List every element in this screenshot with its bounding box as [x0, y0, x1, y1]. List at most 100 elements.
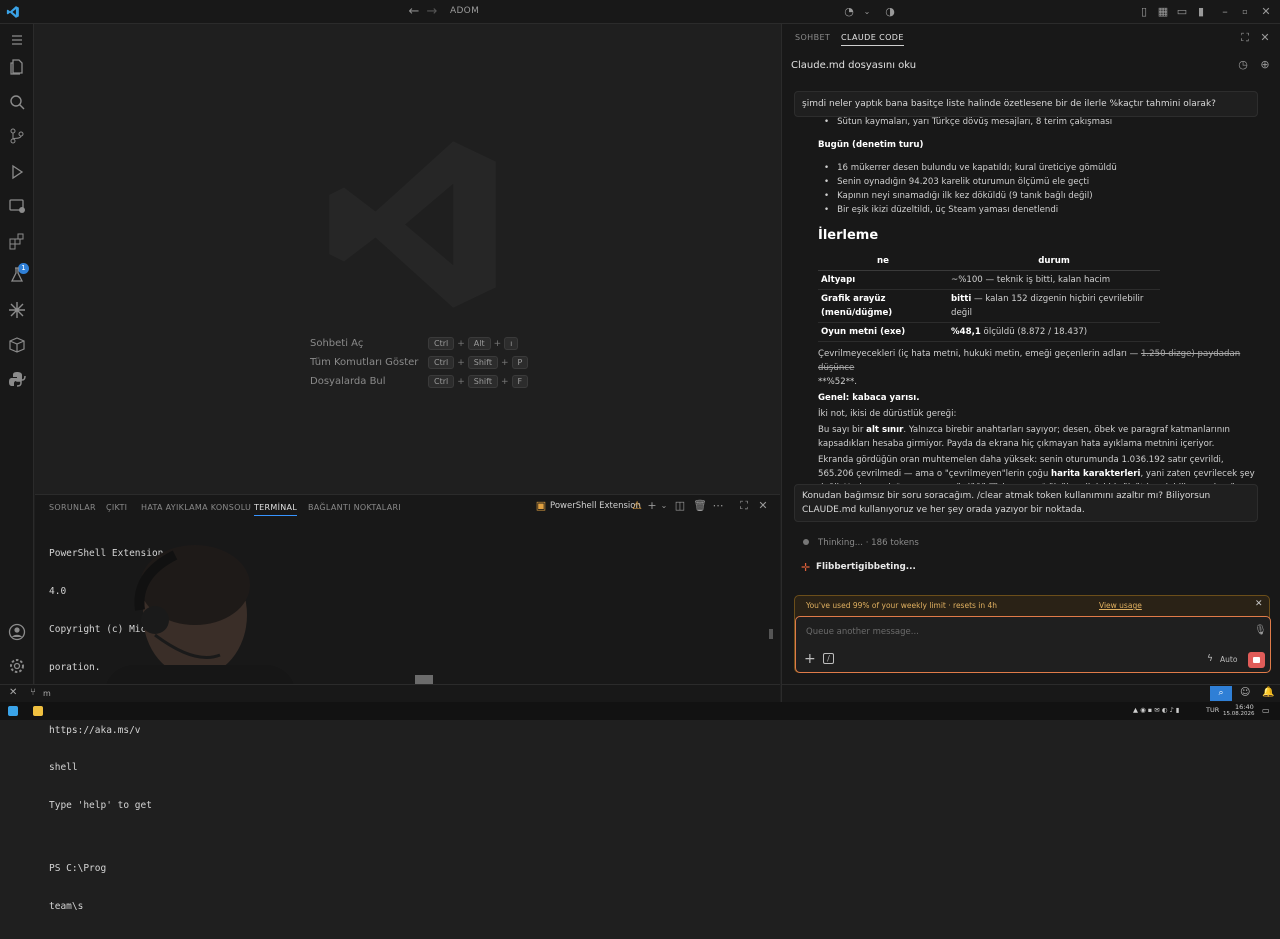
progress-table: ne durum Altyapı ~%100 — teknik iş bitti… — [818, 252, 1160, 342]
package-box-icon[interactable] — [7, 335, 27, 355]
toggle-secondary-sidebar-icon[interactable]: ▮ — [1194, 5, 1208, 19]
section-heading: Bugün (denetim turu) — [818, 140, 924, 150]
list-item: Bir eşik ikizi düzeltildi, üç Steam yama… — [818, 203, 1258, 217]
table-cell: Grafik arayüz (menü/düğme) — [818, 289, 948, 323]
remote-explorer-icon[interactable] — [7, 196, 27, 216]
terminal-profile-icon: ▣ — [535, 499, 547, 512]
mode-selector[interactable]: Auto — [1220, 655, 1237, 664]
table-cell: %48,1 ölçüldü (8.872 / 18.437) — [948, 322, 1160, 342]
minimize-icon[interactable]: – — [1218, 5, 1232, 19]
toggle-panel-icon[interactable]: ▭ — [1175, 5, 1189, 19]
general-heading: Genel: kabaca yarısı. — [818, 393, 920, 403]
message-input-box[interactable]: Queue another message... 🎙 + / ϟ Auto — [795, 616, 1271, 673]
terminal-shell-label[interactable]: PowerShell Extension — [550, 501, 641, 511]
copilot-status-icon[interactable]: ☺ — [1240, 687, 1250, 698]
tray-time[interactable]: 16:40 — [1235, 703, 1254, 711]
note-paragraph: Bu sayı bir alt sınır. Yalnızca birebir … — [818, 425, 1230, 449]
table-row: Grafik arayüz (menü/düğme) bitti — kalan… — [818, 289, 1160, 323]
attach-plus-icon[interactable]: + — [804, 651, 816, 667]
trash-icon[interactable]: 🗑 — [693, 500, 707, 512]
new-terminal-plus-icon[interactable]: + — [646, 500, 658, 512]
view-usage-link[interactable]: View usage — [1099, 601, 1142, 610]
vscode-logo-icon — [6, 6, 19, 18]
back-arrow-icon[interactable]: ← — [406, 4, 422, 20]
chevron-down-icon[interactable]: ⌄ — [860, 5, 874, 19]
tab-sohbet[interactable]: SOHBET — [795, 33, 830, 42]
file-explorer-icon[interactable] — [33, 706, 43, 716]
zoom-icon[interactable]: ⌕ — [1210, 686, 1232, 701]
list-item: Sütun kaymaları, yarı Türkçe dövüş mesaj… — [818, 115, 1258, 129]
chat-icon[interactable]: ◔ — [842, 5, 856, 19]
vscode-watermark-icon — [329, 141, 496, 308]
tab-problems[interactable]: SORUNLAR — [49, 503, 96, 512]
terminal-line: team\s — [49, 900, 84, 912]
branch-label[interactable]: m — [43, 689, 51, 698]
more-actions-icon[interactable]: ⋯ — [712, 500, 724, 512]
slash-command-icon[interactable]: / — [823, 653, 834, 664]
tray-icons[interactable]: ▲ ◉ ▪ ✉ ◐ ♪ ▮ — [1133, 706, 1179, 714]
layout-icon[interactable]: ▦ — [1156, 5, 1170, 19]
shortcut-open-chat[interactable]: Sohbeti Aç Ctrl + Alt + ı — [310, 334, 531, 353]
list-item: 16 mükerrer desen bulundu ve kapatıldı; … — [818, 161, 1258, 175]
account-icon[interactable] — [7, 622, 27, 642]
close-banner-icon[interactable]: ✕ — [1255, 599, 1263, 609]
notifications-bell-icon[interactable]: 🔔 — [1262, 687, 1274, 698]
remote-indicator-icon[interactable]: ✕ — [9, 687, 17, 698]
copilot-icon[interactable]: ◑ — [883, 5, 897, 19]
extensions-icon[interactable] — [7, 231, 27, 251]
usage-limit-banner: You've used 99% of your weekly limit · r… — [794, 595, 1271, 673]
os-taskbar: ▲ ◉ ▪ ✉ ◐ ♪ ▮ TUR 16:40 15.08.2026 ▭ — [0, 702, 1280, 720]
source-control-icon[interactable] — [7, 126, 27, 146]
maximize-icon[interactable]: ⛶ — [1239, 32, 1251, 44]
tab-debug-console[interactable]: HATA AYIKLAMA KONSOLU — [141, 503, 251, 512]
activity-bar: 1 — [0, 24, 34, 684]
message-input[interactable]: Queue another message... — [806, 627, 919, 637]
bottom-right-statusbar: ⌕ ☺ 🔔 — [782, 684, 1280, 702]
settings-gear-icon[interactable] — [7, 656, 27, 676]
branch-icon[interactable]: ⑂ — [30, 687, 36, 698]
thinking-dot-icon — [803, 539, 809, 545]
progress-heading: İlerleme — [818, 228, 879, 243]
explorer-icon[interactable] — [7, 57, 27, 77]
thinking-status[interactable]: Thinking... · 186 tokens — [818, 538, 919, 548]
start-windows-icon[interactable] — [8, 706, 18, 716]
microphone-icon[interactable]: 🎙 — [1254, 625, 1267, 636]
mode-bolt-icon[interactable]: ϟ — [1207, 654, 1213, 664]
terminal-line: PS C:\Prog — [49, 863, 107, 875]
untranslatable-paragraph: Çevrilmeyecekleri (iç hata metni, hukuki… — [818, 349, 1241, 387]
maximize-panel-icon[interactable]: ⛶ — [738, 500, 750, 512]
close-panel-icon[interactable]: ✕ — [757, 500, 769, 512]
run-debug-icon[interactable] — [7, 162, 27, 182]
testing-flask-icon[interactable] — [7, 265, 27, 285]
shortcut-find-in-files[interactable]: Dosyalarda Bul Ctrl + Shift + F — [310, 372, 531, 391]
toggle-sidebar-icon[interactable]: ▯ — [1137, 5, 1151, 19]
assistant-response: Sütun kaymaları, yarı Türkçe dövüş mesaj… — [818, 115, 1258, 509]
close-window-icon[interactable]: ✕ — [1259, 5, 1273, 19]
tray-language[interactable]: TUR — [1206, 706, 1219, 714]
table-cell: Oyun metni (exe) — [818, 322, 948, 342]
menu-icon[interactable] — [7, 30, 27, 50]
tab-ports[interactable]: BAĞLANTI NOKTALARI — [308, 503, 401, 512]
python-icon[interactable] — [7, 369, 27, 389]
split-terminal-icon[interactable]: ◫ — [674, 500, 686, 512]
shortcut-show-all-commands[interactable]: Tüm Komutları Göster Ctrl + Shift + P — [310, 353, 531, 372]
terminal-scrollbar[interactable] — [769, 629, 773, 639]
terminal-line: Type 'help' to get — [49, 800, 152, 812]
forward-arrow-icon[interactable]: → — [424, 4, 440, 20]
table-cell: ~%100 — teknik iş bitti, kalan hacim — [948, 270, 1160, 290]
chevron-down-icon[interactable]: ⌄ — [658, 500, 670, 512]
list-item: Senin oynadığın 94.203 karelik oturumun … — [818, 175, 1258, 189]
tab-output[interactable]: ÇIKTI — [106, 503, 127, 512]
maximize-icon[interactable]: ▫ — [1238, 5, 1252, 19]
close-icon[interactable]: ✕ — [1259, 32, 1271, 44]
stop-icon — [1253, 657, 1260, 663]
command-center-project[interactable]: ADOM — [450, 6, 479, 16]
tab-claude-code[interactable]: CLAUDE CODE — [841, 33, 904, 46]
history-clock-icon[interactable]: ◷ — [1237, 59, 1249, 71]
tray-date[interactable]: 15.08.2026 — [1223, 711, 1255, 717]
notification-center-icon[interactable]: ▭ — [1262, 706, 1270, 715]
new-chat-icon[interactable]: ⊕ — [1259, 59, 1271, 71]
search-icon[interactable] — [7, 92, 27, 112]
stop-button[interactable] — [1248, 652, 1265, 668]
claude-sparkle-icon[interactable] — [7, 300, 27, 320]
